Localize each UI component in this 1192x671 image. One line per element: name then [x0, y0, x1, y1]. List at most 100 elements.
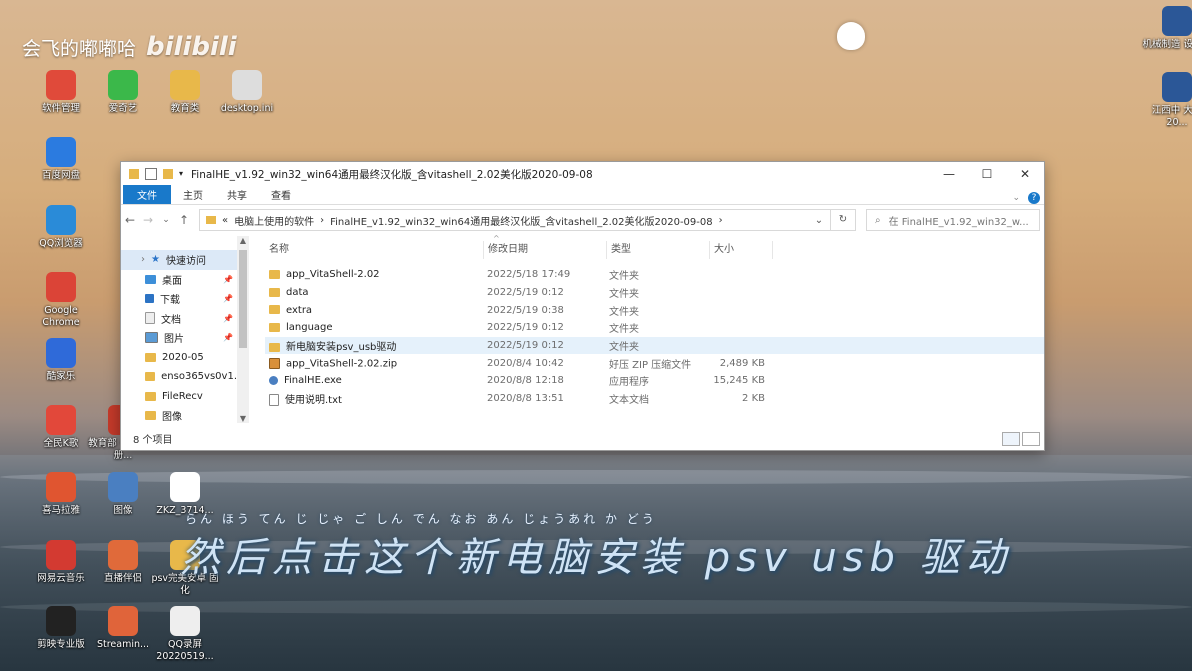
desktop-shortcut[interactable]: 软件管理 [26, 70, 96, 115]
app-icon [46, 272, 76, 302]
file-size: 2 KB [707, 393, 769, 404]
file-name-text: extra [286, 304, 313, 316]
file-row[interactable]: app_VitaShell-2.02 2022/5/18 17:49 文件夹 [265, 266, 1044, 284]
navigation-pane: › ★ 快速访问 桌面 📌 下载 📌 文档 📌 图片 📌 2020-05 enso365vs0v1. Fi… [121, 236, 237, 450]
refresh-icon[interactable]: ↻ [831, 209, 856, 231]
address-dropdown-icon[interactable]: ⌄ [808, 215, 830, 226]
new-folder-icon[interactable] [163, 169, 173, 179]
desktop-shortcut[interactable]: 爱奇艺 [88, 70, 158, 115]
search-icon: ⌕ [875, 214, 881, 226]
nav-item[interactable]: 图片 📌 [121, 328, 237, 348]
up-arrow-icon[interactable]: ↑ [175, 213, 193, 227]
explorer-window: ▾ FinalHE_v1.92_win32_win64通用最终汉化版_含vita… [120, 161, 1045, 451]
desktop-shortcut[interactable]: 百度网盘 [26, 137, 96, 182]
nav-item[interactable]: enso365vs0v1. [121, 367, 237, 387]
nav-item[interactable]: 下载 📌 [121, 289, 237, 309]
search-box[interactable]: ⌕ 在 FinalHE_v1.92_win32_w... [866, 209, 1040, 231]
scroll-thumb[interactable] [239, 250, 247, 348]
help-icon[interactable]: ? [1028, 192, 1040, 204]
file-date-text: 2022/5/18 17:49 [487, 269, 571, 281]
file-size-text: 2,489 KB [719, 357, 765, 369]
nav-item[interactable]: FileRecv [121, 387, 237, 407]
watermark-site: bilibili [146, 32, 237, 62]
column-type[interactable]: 类型 [607, 241, 710, 259]
column-name[interactable]: 名称 [265, 241, 484, 259]
desktop-shortcut-label: 百度网盘 [41, 170, 80, 181]
tab-share[interactable]: 共享 [215, 185, 259, 204]
tab-file[interactable]: 文件 [123, 185, 171, 204]
desktop-shortcut[interactable]: 直播伴侣 [88, 540, 158, 585]
file-name: app_VitaShell-2.02 [265, 269, 483, 280]
desktop-shortcut[interactable]: 网易云音乐 [26, 540, 96, 585]
nav-item[interactable]: 图像 [121, 406, 237, 426]
large-icons-view-icon[interactable] [1022, 432, 1040, 446]
file-name: extra [265, 305, 483, 316]
file-row[interactable]: extra 2022/5/19 0:38 文件夹 [265, 301, 1044, 319]
desktop-icon [145, 274, 156, 284]
chevron-right-icon[interactable]: › [141, 254, 145, 265]
file-row[interactable]: app_VitaShell-2.02.zip 2020/8/4 10:42 好压 Z… [265, 354, 1044, 372]
details-view-icon[interactable] [1002, 432, 1020, 446]
desktop-shortcut[interactable]: 全民K歌 [26, 405, 96, 450]
maximize-button[interactable]: ☐ [968, 167, 1006, 181]
nav-scrollbar[interactable]: ▲ ▼ [237, 236, 249, 423]
app-icon [46, 205, 76, 235]
breadcrumb-item-current[interactable]: FinalHE_v1.92_win32_win64通用最终汉化版_含vitash… [330, 213, 713, 228]
desktop-shortcut[interactable]: 剪映专业版 [26, 606, 96, 651]
breadcrumb-overflow[interactable]: « [222, 215, 228, 226]
file-row[interactable]: 使用说明.txt 2020/8/8 13:51 文本文档 2 KB [265, 390, 1044, 408]
search-placeholder: 在 FinalHE_v1.92_win32_w... [888, 216, 1029, 228]
forward-arrow-icon[interactable]: → [139, 213, 157, 227]
desktop-shortcut[interactable]: 图像 [88, 472, 158, 517]
window-title: FinalHE_v1.92_win32_win64通用最终汉化版_含vitash… [191, 168, 593, 181]
breadcrumb-separator[interactable]: › [719, 215, 723, 226]
breadcrumb-separator[interactable]: › [320, 215, 324, 226]
recent-locations-chevron-icon[interactable]: ⌄ [157, 215, 175, 225]
tab-home[interactable]: 主页 [171, 185, 215, 204]
properties-icon[interactable] [145, 168, 157, 180]
nav-item[interactable]: › ★ 快速访问 [121, 250, 237, 270]
folder-icon [269, 287, 280, 297]
desktop-shortcut[interactable]: desktop.ini [212, 70, 282, 115]
file-name: 使用说明.txt [265, 391, 483, 407]
file-type-text: 文本文档 [609, 395, 649, 407]
nav-item-label: 2020-05 [162, 351, 204, 363]
breadcrumb-item[interactable]: 电脑上使用的软件 [234, 213, 314, 228]
back-arrow-icon[interactable]: ← [121, 213, 139, 227]
tab-view[interactable]: 查看 [259, 185, 303, 204]
desktop-shortcut[interactable]: 酷家乐 [26, 338, 96, 383]
file-row[interactable]: data 2022/5/19 0:12 文件夹 [265, 284, 1044, 302]
close-button[interactable]: ✕ [1006, 167, 1044, 181]
file-row[interactable]: FinalHE.exe 2020/8/8 12:18 应用程序 15,245 KB [265, 372, 1044, 390]
desktop-shortcut[interactable]: 机械制造 设计... [1142, 6, 1192, 51]
scroll-up-icon[interactable]: ▲ [237, 236, 249, 245]
file-type: 应用程序 [605, 373, 707, 388]
desktop-shortcut[interactable]: QQ浏览器 [26, 205, 96, 250]
file-date-text: 2022/5/19 0:12 [487, 340, 564, 352]
zip-archive-icon [269, 357, 280, 369]
file-row[interactable]: language 2022/5/19 0:12 文件夹 [265, 319, 1044, 337]
desktop-shortcut[interactable]: QQ录屏 20220519... [150, 606, 220, 663]
address-bar[interactable]: « 电脑上使用的软件 › FinalHE_v1.92_win32_win64通用… [199, 209, 831, 231]
nav-item[interactable]: 桌面 📌 [121, 270, 237, 290]
file-row[interactable]: 新电脑安装psv_usb驱动 2022/5/19 0:12 文件夹 [265, 336, 1044, 355]
customize-toolbar-icon[interactable]: ▾ [179, 169, 183, 179]
desktop-shortcut[interactable]: Google Chrome [26, 272, 96, 329]
desktop-shortcut[interactable]: 教育类 [150, 70, 220, 115]
column-date[interactable]: 修改日期 [484, 241, 607, 259]
file-date: 2020/8/4 10:42 [483, 358, 605, 369]
file-name-text: 使用说明.txt [285, 395, 342, 407]
scroll-down-icon[interactable]: ▼ [237, 414, 249, 423]
expand-ribbon-icon[interactable]: ⌄ [1012, 193, 1020, 203]
application-icon [269, 375, 278, 385]
desktop-shortcut[interactable]: 喜马拉雅 [26, 472, 96, 517]
nav-item[interactable]: 文档 📌 [121, 309, 237, 329]
desktop-shortcut[interactable]: 江西中 大学20... [1142, 72, 1192, 129]
desktop-shortcut[interactable]: Streamin... [88, 606, 158, 651]
minimize-button[interactable]: — [930, 167, 968, 181]
folder-icon [206, 216, 216, 224]
column-size[interactable]: 大小 [710, 241, 773, 259]
file-type-text: 文件夹 [609, 306, 639, 318]
desktop-shortcut-label: 软件管理 [41, 103, 80, 114]
nav-item[interactable]: 2020-05 [121, 348, 237, 368]
